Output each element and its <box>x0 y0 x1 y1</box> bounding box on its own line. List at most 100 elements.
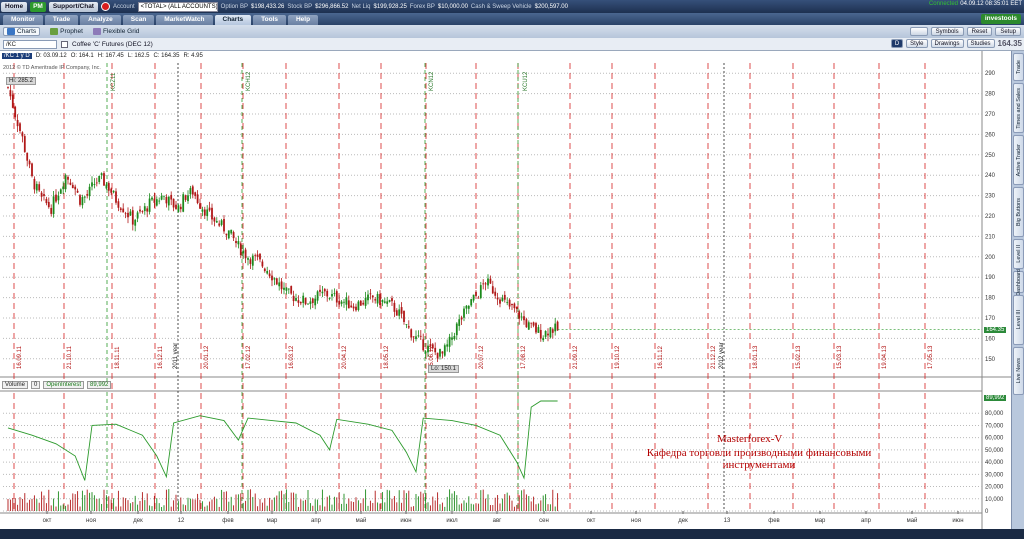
candle-body <box>386 301 389 304</box>
candle-body <box>225 233 228 236</box>
tab-marketwatch[interactable]: MarketWatch <box>156 15 213 25</box>
oi-label[interactable]: OpenInterest <box>43 381 85 389</box>
side-tab-dashboard[interactable]: Dashboard <box>1013 269 1024 295</box>
candle-body <box>307 303 309 305</box>
timeframe-button[interactable]: D <box>890 39 904 48</box>
candle-body <box>535 323 537 333</box>
forex-bp-value: $10,000.00 <box>437 3 468 10</box>
candle-body <box>249 259 252 264</box>
candle-body <box>40 192 43 197</box>
main-tabs: Monitor Trade Analyze Scan MarketWatch Charts… <box>0 13 1024 25</box>
subtab-flexible-grid[interactable]: Flexible Grid <box>92 28 139 35</box>
tab-charts[interactable]: Charts <box>214 15 252 25</box>
stock-bp-value: $296,866.52 <box>315 3 349 10</box>
alert-icon[interactable] <box>100 2 110 11</box>
candle-body <box>321 291 324 294</box>
candle-body <box>487 278 489 286</box>
subtab-label: Charts <box>17 28 37 35</box>
month-label: май <box>356 517 367 524</box>
drawings-button[interactable]: Drawings <box>930 39 964 48</box>
side-tab-live-news[interactable]: Live News <box>1013 347 1024 395</box>
expiry-label: KCN12 <box>429 71 435 91</box>
candle-body <box>86 194 89 196</box>
candle-body <box>28 160 31 165</box>
date-label: 15.03.13 <box>837 345 843 369</box>
price-tick: 230 <box>985 194 996 200</box>
side-tab-level-iii[interactable]: Level III <box>1013 295 1024 345</box>
candle-body <box>443 345 446 356</box>
candle-body <box>283 287 285 290</box>
tab-analyze[interactable]: Analyze <box>80 15 121 25</box>
studies-button[interactable]: Studies <box>966 39 995 48</box>
side-tab-times-and-sales[interactable]: Times and Sales <box>1013 83 1024 133</box>
chart-area[interactable]: 290 280 270 260 250 240 230 220 210 200 190 180 170 1… <box>0 51 1011 539</box>
style-button[interactable]: Style <box>906 39 928 48</box>
candle-body <box>143 206 146 212</box>
date-label: 16.12.11 <box>158 345 164 369</box>
date-label: 16.03.12 <box>289 345 295 369</box>
reset-button[interactable]: Reset <box>966 27 993 36</box>
candle-body <box>127 212 129 218</box>
candle-body <box>523 316 525 321</box>
volume-label[interactable]: Volume <box>2 381 29 389</box>
symbol-input[interactable]: /KC <box>3 39 57 49</box>
candle-body <box>496 297 499 300</box>
date-label: 18.05.12 <box>384 345 390 369</box>
tab-tools[interactable]: Tools <box>253 15 286 25</box>
account-select[interactable]: <TOTAL> (ALL ACCOUNTS) <box>137 1 218 12</box>
tab-trade[interactable]: Trade <box>44 15 79 25</box>
option-bp-value: $198,433.26 <box>251 3 285 10</box>
candle-body <box>383 301 386 303</box>
candle-body <box>302 295 305 303</box>
side-panel: Trade Times and Sales Active Trader Big But… <box>1011 51 1024 539</box>
candle-body <box>211 207 213 220</box>
candle-body <box>477 297 480 299</box>
brand-logo: investools <box>980 14 1021 24</box>
setup-button[interactable]: Setup <box>995 27 1021 36</box>
volume-value: 0 <box>31 381 41 389</box>
candle-body <box>81 197 84 206</box>
candle-body <box>175 204 177 209</box>
candle-body <box>247 258 249 260</box>
candle-body <box>117 201 120 208</box>
ohlc-high: H: 167.45 <box>97 53 124 59</box>
side-tab-trade[interactable]: Trade <box>1013 53 1024 81</box>
side-tab-level-ii[interactable]: Level II <box>1013 239 1024 269</box>
candle-body <box>21 132 24 137</box>
tab-help[interactable]: Help <box>287 15 319 25</box>
price-tick: 240 <box>985 173 996 179</box>
expiry-label: KCU12 <box>523 71 529 91</box>
symbol-link-checkbox[interactable] <box>61 40 68 48</box>
candle-body <box>100 173 103 175</box>
pm-button[interactable]: PM <box>30 1 46 12</box>
candle-body <box>213 217 216 222</box>
candle-body <box>515 306 518 309</box>
subtab-charts[interactable]: Charts <box>3 27 41 36</box>
month-label: фев <box>222 518 233 524</box>
candle-body <box>79 195 81 205</box>
month-label: ноя <box>86 518 96 524</box>
candle-body <box>439 349 441 357</box>
date-label: 20.01.12 <box>204 345 210 369</box>
tab-scan[interactable]: Scan <box>122 15 155 25</box>
candle-body <box>422 339 425 351</box>
subtab-prophet[interactable]: Prophet <box>50 28 83 35</box>
candle-body <box>448 336 451 347</box>
tab-monitor[interactable]: Monitor <box>3 15 43 25</box>
symbols-button[interactable]: Symbols <box>930 27 964 36</box>
candle-body <box>242 250 245 254</box>
support-chat-button[interactable]: Support/Chat <box>48 1 98 12</box>
side-tab-active-trader[interactable]: Active Trader <box>1013 135 1024 185</box>
layout-button[interactable] <box>909 27 928 36</box>
price-tick: 200 <box>985 255 996 261</box>
candle-body <box>388 300 391 302</box>
candle-body <box>95 182 98 184</box>
candle-body <box>244 249 247 259</box>
date-label: 21.10.11 <box>67 345 73 369</box>
candle-body <box>208 207 211 211</box>
home-button[interactable]: Home <box>1 1 28 12</box>
candle-body <box>26 152 29 161</box>
price-tick: 180 <box>985 296 996 302</box>
candle-body <box>410 329 413 338</box>
side-tab-big-buttons[interactable]: Big Buttons <box>1013 187 1024 237</box>
